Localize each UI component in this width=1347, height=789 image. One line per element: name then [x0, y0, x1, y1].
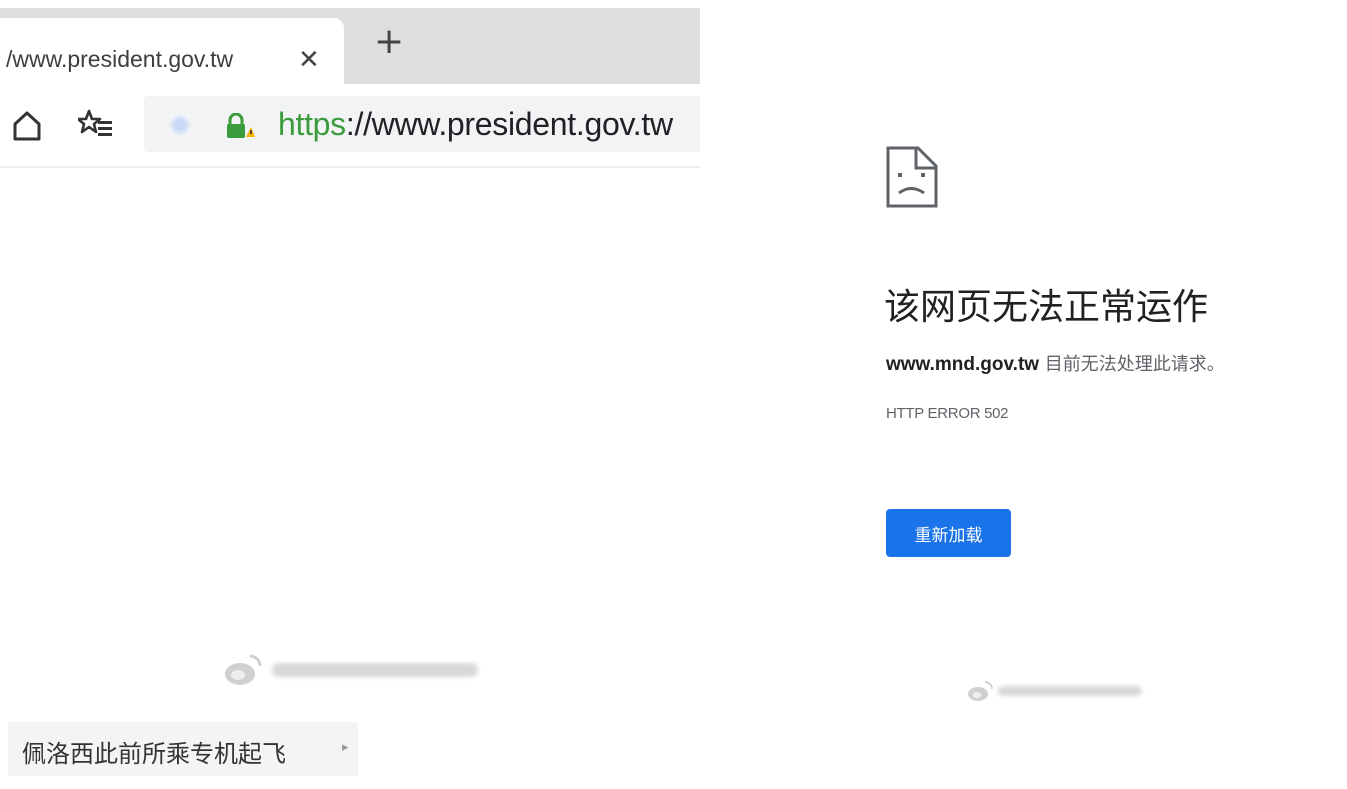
favorites-icon[interactable] — [78, 108, 114, 142]
weibo-watermark-icon-right — [968, 681, 993, 701]
url-scheme: https — [278, 106, 346, 142]
tab-close-icon[interactable]: ✕ — [298, 45, 320, 75]
caption-arrow-icon: ▸ — [342, 740, 349, 755]
home-icon[interactable] — [12, 110, 42, 142]
watermark-text-right — [998, 686, 1142, 696]
error-host: www.mnd.gov.tw — [886, 354, 1040, 375]
reload-button[interactable]: 重新加载 — [886, 509, 1011, 557]
url-host: ://www.president.gov.tw — [345, 106, 673, 142]
caption-text: 佩洛西此前所乘专机起飞 — [22, 740, 286, 768]
error-message: www.mnd.gov.tw 目前无法处理此请求。 — [886, 350, 1225, 376]
lock-icon — [227, 113, 255, 138]
error-message-text: 目前无法处理此请求。 — [1039, 354, 1225, 375]
error-code: HTTP ERROR 502 — [886, 405, 1009, 422]
site-info-icon[interactable] — [170, 115, 190, 135]
sad-page-icon — [886, 146, 938, 208]
weibo-watermark-icon — [225, 654, 262, 685]
address-url[interactable]: https://www.president.gov.tw — [278, 106, 673, 143]
video-caption[interactable]: 佩洛西此前所乘专机起飞 ▸ — [8, 722, 358, 776]
tab-president[interactable]: /www.president.gov.tw ✕ — [0, 18, 344, 84]
watermark-text — [272, 663, 478, 677]
new-tab-icon[interactable]: + — [374, 24, 404, 60]
tab-title: /www.president.gov.tw — [6, 46, 234, 72]
browser-window: /www.president.gov.tw ✕ + https://www.pr… — [0, 0, 700, 170]
divider — [0, 166, 700, 168]
error-title: 该网页无法正常运作 — [884, 287, 1209, 328]
